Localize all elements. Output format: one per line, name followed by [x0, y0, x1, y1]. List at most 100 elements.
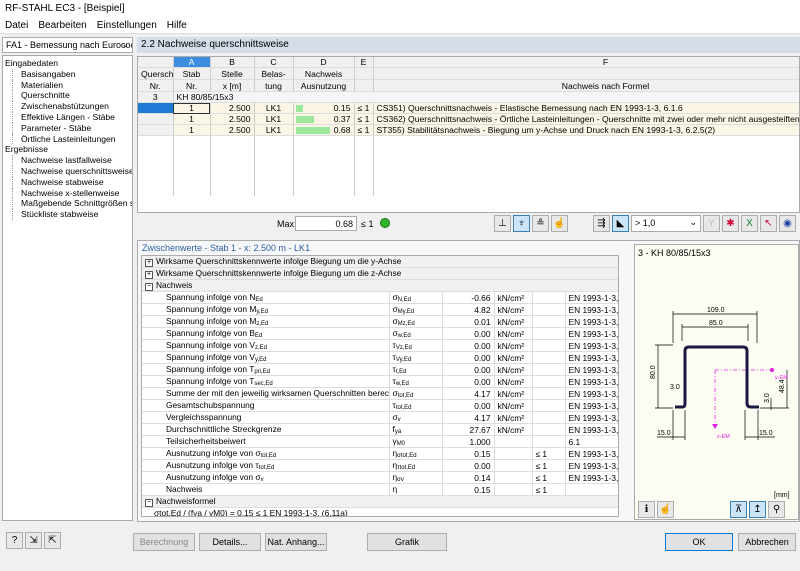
location-cell: 2.500	[210, 102, 255, 114]
value-cell: 0.15	[442, 483, 495, 496]
load-case-cell: LK1	[254, 124, 294, 136]
hand-icon[interactable]: ☝	[551, 215, 568, 232]
description: Ausnutzung infolge von τ	[166, 460, 259, 470]
group-header[interactable]: − Nachweis	[142, 279, 618, 292]
column-letter[interactable]: B	[210, 57, 255, 68]
tree-item[interactable]: Nachweise stabweise	[12, 176, 130, 188]
cancel-button[interactable]: Abbrechen	[738, 533, 796, 551]
empty-cell	[354, 185, 374, 196]
empty-cell	[293, 145, 355, 156]
column-header: Stelle	[210, 67, 255, 80]
symbol-subscript: ya	[394, 429, 402, 435]
case-selector[interactable]: FA1 - Bemessung nach Eurocod ⌄	[2, 37, 133, 53]
national-annex-button[interactable]: Nat. Anhang...	[265, 533, 327, 551]
tree-item[interactable]: Örtliche Lasteinleitungen	[12, 133, 130, 145]
formula-cell: CS362) Querschnittsnachweis - Örtliche L…	[373, 113, 799, 125]
tree-item[interactable]: Eingabedaten	[5, 58, 130, 69]
dimension-icon[interactable]: ↥	[749, 501, 766, 518]
symbol-subscript: σv	[397, 477, 404, 483]
import-icon[interactable]: ⇲	[25, 532, 42, 549]
menu-bearbeiten[interactable]: Bearbeiten	[33, 18, 91, 33]
select-member-icon[interactable]: ↖	[760, 215, 777, 232]
symbol-cell: σv	[389, 411, 443, 424]
column-header: Quersch.	[138, 67, 174, 80]
collapse-icon[interactable]: −	[145, 499, 153, 507]
tree-item[interactable]: Basisangaben	[12, 68, 130, 80]
row-header[interactable]	[138, 124, 174, 136]
detail-row: Spannung infolge von Mz,Ed σMz,Ed 0.01 kN/c…	[142, 315, 618, 328]
column-letter[interactable]: F	[373, 57, 799, 68]
filter-icon[interactable]: Y	[703, 215, 720, 232]
le-cell: ≤ 1	[532, 483, 566, 496]
expand-icon[interactable]: +	[145, 259, 153, 267]
tree-item[interactable]: Nachweise x-stellenweise	[12, 187, 130, 199]
export-settings-icon[interactable]: ⇱	[44, 532, 61, 549]
row-header[interactable]	[138, 102, 174, 114]
menu-datei[interactable]: Datei	[0, 18, 33, 33]
reference-cell: EN 1993-1-3,	[565, 327, 618, 340]
reference-cell: EN 1993-1-3,	[565, 339, 618, 352]
load-icon[interactable]: ≗	[532, 215, 549, 232]
collapse-icon[interactable]: −	[145, 283, 153, 291]
tree-item[interactable]: Maßgebende Schnittgrößen sta	[12, 198, 132, 210]
column-letter[interactable]: C	[254, 57, 294, 68]
hand-icon[interactable]: ☝	[657, 501, 674, 518]
member-icon[interactable]: ♆	[513, 215, 530, 232]
tree-item[interactable]: Zwischenabstützungen	[12, 101, 130, 112]
le-cell	[532, 399, 566, 412]
tree-item[interactable]: Nachweise lastfallweise	[12, 155, 130, 166]
tree-item[interactable]: Parameter - Stäbe	[12, 122, 130, 134]
tree-item[interactable]: Querschnitte	[12, 90, 130, 102]
group-header[interactable]: + Wirksame Querschnittskennwerte infolge …	[142, 256, 618, 268]
filter-select[interactable]: > 1,0 ⌄	[631, 215, 701, 232]
tree-item[interactable]: Stückliste stabweise	[12, 209, 130, 220]
group-label: Wirksame Querschnittskennwerte infolge B…	[156, 268, 402, 278]
grafik-button[interactable]: Grafik	[367, 533, 447, 551]
column-letter[interactable]: A	[173, 57, 211, 68]
table-row[interactable]: 1 2.500 LK1 0.68 ≤ 1 ST355) Stabilitätsnachwe…	[138, 124, 799, 136]
section-display-icon[interactable]: ⊼	[730, 501, 747, 518]
zoom-icon[interactable]: ⚲	[768, 501, 785, 518]
details-button[interactable]: Details...	[199, 533, 261, 551]
color-scale-icon[interactable]: ✱	[722, 215, 739, 232]
tree-item[interactable]: Materialien	[12, 79, 130, 91]
table-row[interactable]: 1 2.500 LK1 0.15 ≤ 1 CS351) Querschnittsnachw…	[138, 102, 799, 114]
view-icon[interactable]: ◉	[779, 215, 796, 232]
group-header[interactable]: − Nachweisformel	[142, 495, 618, 508]
description: Ausnutzung infolge von σ	[166, 472, 261, 482]
empty-cell	[173, 145, 211, 156]
description: Spannung infolge von N	[166, 292, 256, 302]
menu-hilfe[interactable]: Hilfe	[162, 18, 192, 33]
menu-einstellungen[interactable]: Einstellungen	[92, 18, 162, 33]
ratio-filter-icon[interactable]: ◣	[612, 215, 629, 232]
tree-item[interactable]: Effektive Längen - Stäbe	[12, 111, 130, 123]
intermediate-values-title: Zwischenwerte - Stab 1 - x: 2.500 m - LK…	[142, 243, 311, 253]
detail-row: Teilsicherheitsbeiwert γM0 1.000 6.1	[142, 435, 618, 448]
symbol-subscript: v	[397, 417, 401, 423]
export-icon[interactable]: ⇶	[593, 215, 610, 232]
ok-button[interactable]: OK	[665, 533, 733, 551]
row-header[interactable]	[138, 113, 174, 125]
description: Spannung infolge von V	[166, 352, 255, 362]
help-icon[interactable]: ?	[6, 532, 23, 549]
detail-row: Ausnutzung infolge von σv ησv 0.14 ≤ 1 EN 19…	[142, 471, 618, 484]
column-letter[interactable]: D	[293, 57, 355, 68]
berechnung-button[interactable]: Berechnung	[133, 533, 195, 551]
excel-export-icon[interactable]: X	[741, 215, 758, 232]
empty-cell	[293, 155, 355, 166]
table-row[interactable]: 1 2.500 LK1 0.37 ≤ 1 CS362) Querschnittsnachw…	[138, 113, 799, 125]
symbol-subscript: My,Ed	[397, 309, 415, 315]
value-cell: 0.01	[442, 315, 495, 328]
group-row[interactable]: 3 KH 80/85/15x3	[138, 91, 799, 103]
symbol-cell: σMy,Ed	[389, 303, 443, 316]
tree-item[interactable]: Nachweise querschnittsweise	[12, 165, 132, 177]
tree-item[interactable]: Ergebnisse	[5, 144, 130, 155]
symbol-subscript: w,Ed	[395, 381, 409, 387]
unit-cell: kN/cm²	[494, 411, 533, 424]
section-icon[interactable]: ⊥	[494, 215, 511, 232]
info-icon[interactable]: ℹ	[638, 501, 655, 518]
column-letter[interactable]: E	[354, 57, 374, 68]
group-header[interactable]: + Wirksame Querschnittskennwerte infolge …	[142, 267, 618, 280]
empty-cell	[173, 185, 211, 196]
expand-icon[interactable]: +	[145, 271, 153, 279]
